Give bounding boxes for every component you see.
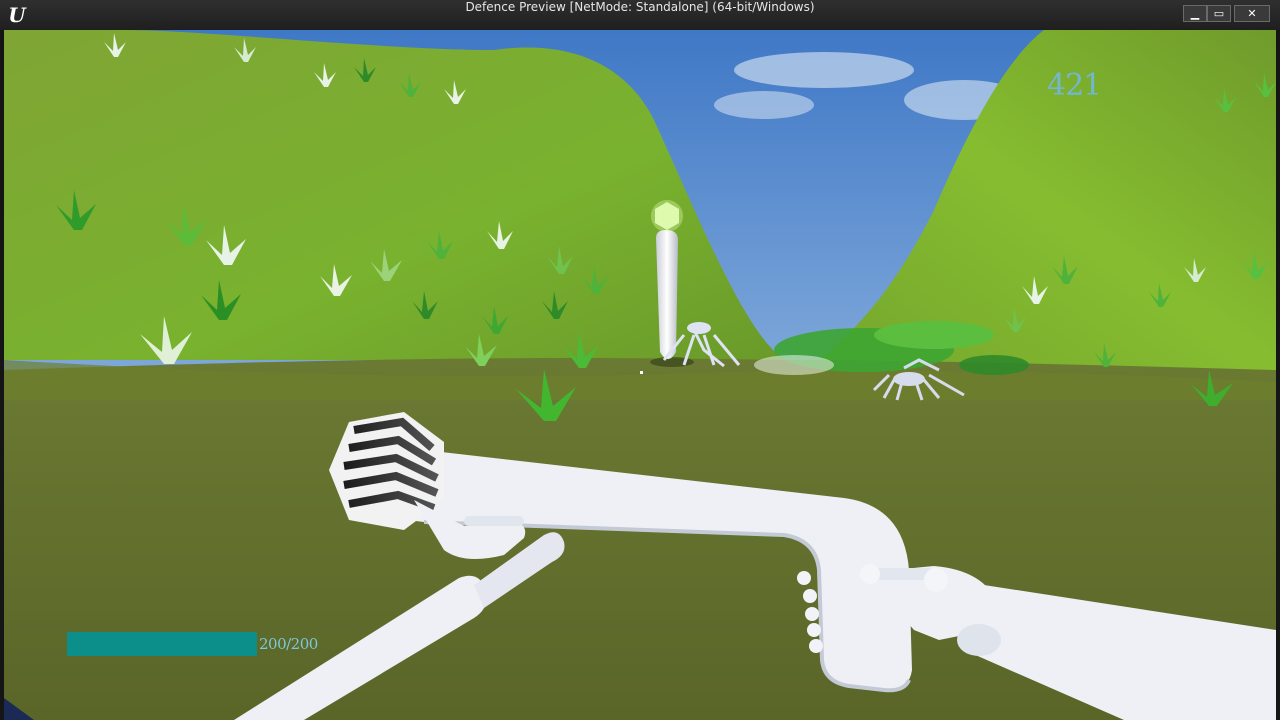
maximize-button[interactable]: ▭ (1207, 5, 1231, 22)
game-viewport[interactable]: 421 200/200 (4, 30, 1276, 720)
health-bar (67, 632, 257, 656)
close-button[interactable]: ✕ (1234, 5, 1270, 22)
health-bar-fill (67, 632, 257, 656)
crosshair (640, 371, 643, 374)
health-text: 200/200 (259, 635, 318, 653)
title-bar[interactable]: U Defence Preview [NetMode: Standalone] … (0, 0, 1280, 30)
minimize-button[interactable]: ▁ (1183, 5, 1207, 22)
game-scene (4, 30, 1276, 720)
game-window: U Defence Preview [NetMode: Standalone] … (0, 0, 1280, 720)
score-counter: 421 (1047, 68, 1102, 103)
window-title: Defence Preview [NetMode: Standalone] (6… (465, 0, 815, 14)
